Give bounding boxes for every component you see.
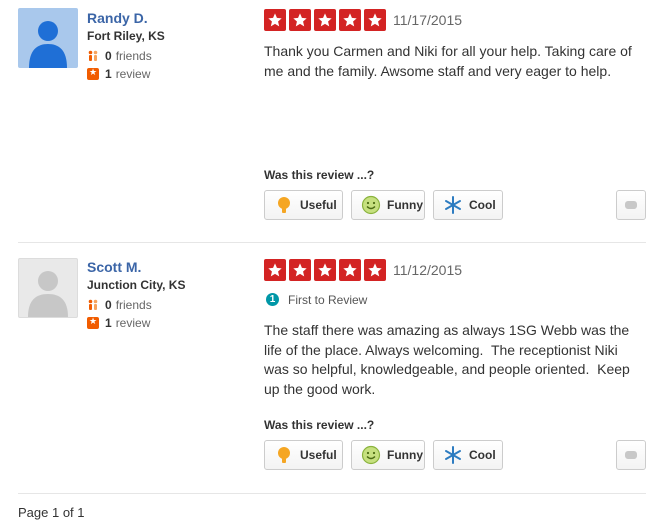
user-name-link[interactable]: Scott M. — [87, 259, 185, 277]
vote-section: Was this review ...? Useful Funny Cool — [264, 168, 646, 220]
star-rating: 11/12/2015 — [264, 258, 646, 282]
smiley-icon — [361, 445, 381, 465]
vote-prompt: Was this review ...? — [264, 168, 375, 182]
smiley-icon — [361, 195, 381, 215]
info-badge-icon: 1 — [266, 293, 279, 306]
star-icon — [339, 259, 361, 281]
review-date: 11/17/2015 — [393, 12, 463, 28]
vote-prompt: Was this review ...? — [264, 418, 375, 432]
user-info: Scott M. Junction City, KS 0 friends 1 r… — [87, 259, 185, 332]
pagination-label: Page 1 of 1 — [18, 505, 85, 520]
review-text: The staff there was amazing as always 1S… — [264, 322, 634, 397]
star-icon — [364, 9, 386, 31]
user-info: Randy D. Fort Riley, KS 0 friends 1 revi… — [87, 10, 165, 83]
user-avatar-default[interactable] — [18, 8, 78, 68]
useful-button[interactable]: Useful — [264, 190, 343, 220]
user-avatar-default[interactable] — [18, 258, 78, 318]
star-icon — [289, 259, 311, 281]
compliment-button[interactable] — [616, 440, 646, 470]
speech-bubble-icon — [625, 201, 637, 209]
star-icon — [314, 9, 336, 31]
star-rating: 11/17/2015 — [264, 8, 646, 32]
user-location: Junction City, KS — [87, 278, 186, 292]
vote-section: Was this review ...? Useful Funny Cool — [264, 418, 646, 470]
review-count: 1 review — [87, 314, 185, 332]
friends-count: 0 friends — [87, 296, 185, 314]
user-name-link[interactable]: Randy D. — [87, 10, 165, 28]
review-star-icon — [87, 316, 99, 329]
review-item: Scott M. Junction City, KS 0 friends 1 r… — [18, 243, 646, 494]
star-icon — [339, 9, 361, 31]
star-icon — [314, 259, 336, 281]
review-text: Thank you Carmen and Niki for all your h… — [264, 43, 636, 79]
review-star-icon — [87, 67, 99, 80]
friends-icon — [87, 299, 99, 311]
review-count: 1 review — [87, 65, 165, 83]
cool-button[interactable]: Cool — [433, 190, 503, 220]
funny-button[interactable]: Funny — [351, 190, 425, 220]
star-icon — [364, 259, 386, 281]
star-icon — [264, 9, 286, 31]
compliment-button[interactable] — [616, 190, 646, 220]
review-date: 11/12/2015 — [393, 262, 463, 278]
review-item: Randy D. Fort Riley, KS 0 friends 1 revi… — [18, 0, 646, 243]
friends-icon — [87, 50, 99, 62]
useful-button[interactable]: Useful — [264, 440, 343, 470]
first-to-review-badge: 1 First to Review — [264, 291, 646, 308]
cool-button[interactable]: Cool — [433, 440, 503, 470]
review-content: 11/17/2015 Thank you Carmen and Niki for… — [264, 8, 646, 81]
lightbulb-icon — [274, 445, 294, 465]
snowflake-icon — [443, 445, 463, 465]
friends-count: 0 friends — [87, 47, 165, 65]
funny-button[interactable]: Funny — [351, 440, 425, 470]
star-icon — [289, 9, 311, 31]
snowflake-icon — [443, 195, 463, 215]
user-location: Fort Riley, KS — [87, 29, 165, 43]
speech-bubble-icon — [625, 451, 637, 459]
star-icon — [264, 259, 286, 281]
review-content: 11/12/2015 1 First to Review The staff t… — [264, 258, 646, 399]
lightbulb-icon — [274, 195, 294, 215]
